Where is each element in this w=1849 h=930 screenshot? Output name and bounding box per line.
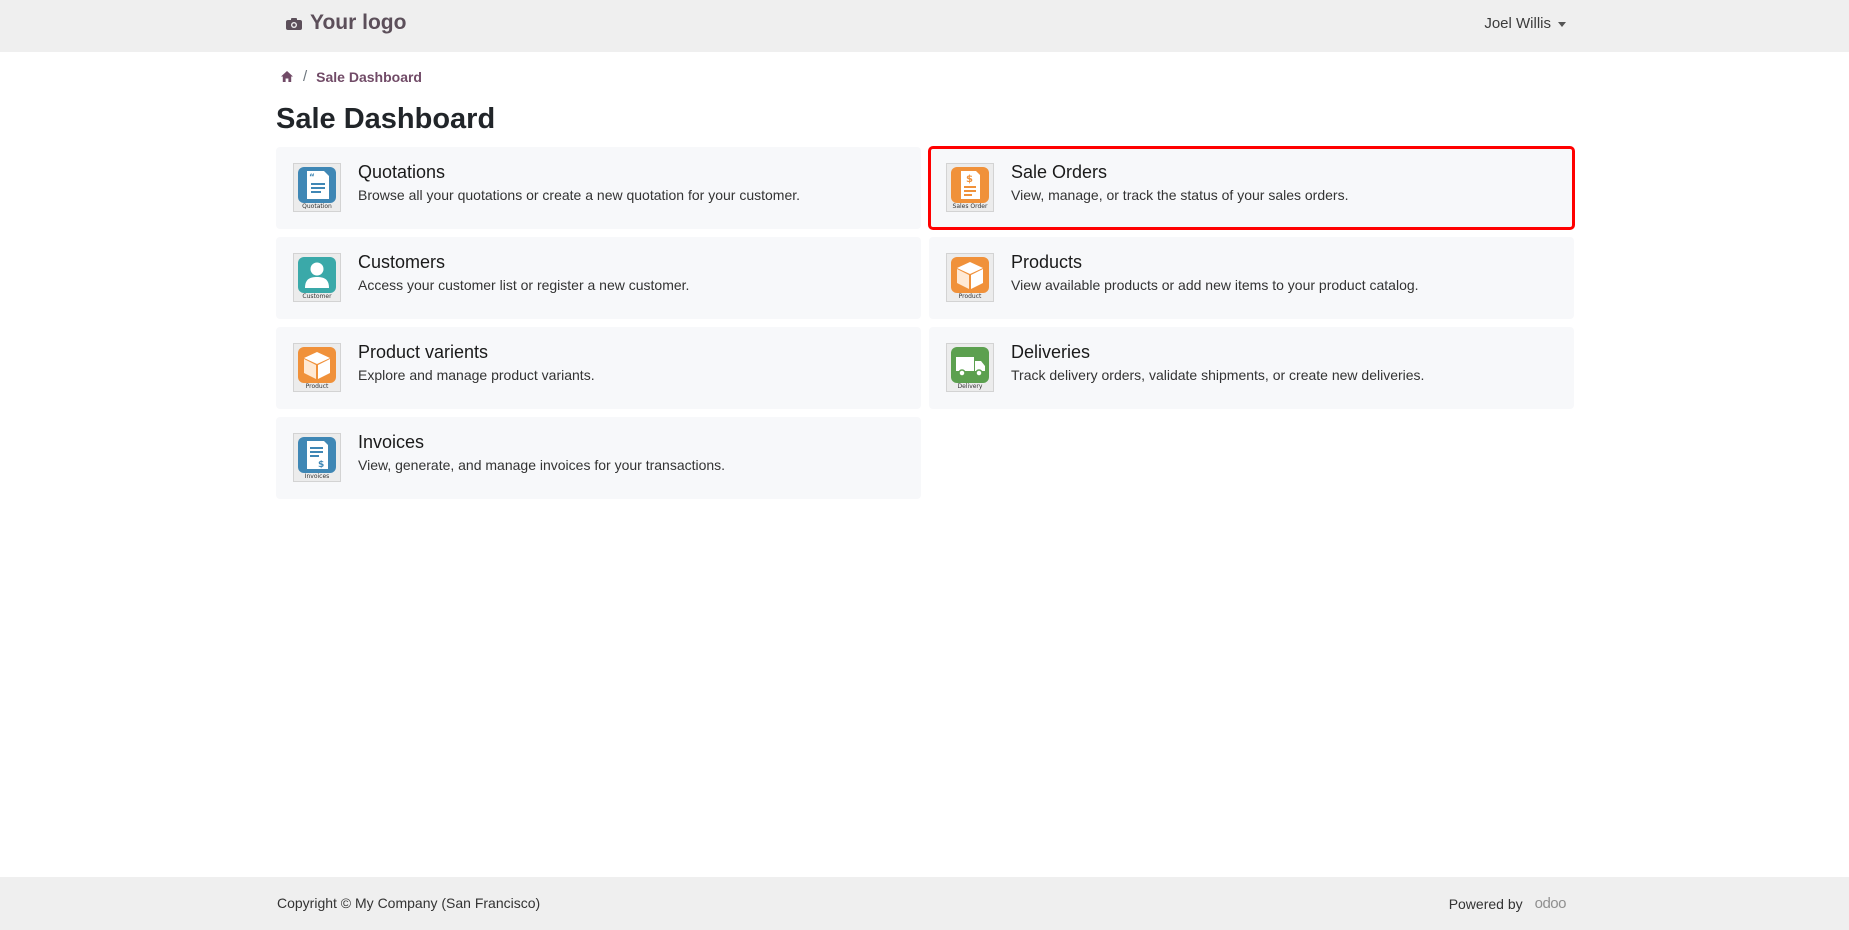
icon-caption: Product [958, 293, 982, 300]
card-title: Products [1011, 252, 1083, 272]
card-description: Track delivery orders, validate shipment… [1011, 367, 1425, 383]
footer: Copyright © My Company (San Francisco) P… [0, 877, 1849, 930]
icon-caption: Delivery [957, 383, 983, 390]
card-title: Deliveries [1011, 342, 1091, 362]
card-product-variants[interactable]: Product Product varients Explore and man… [276, 327, 921, 409]
icon-caption: Customer [302, 293, 332, 300]
card-description: View, generate, and manage invoices for … [358, 457, 726, 473]
svg-text:$: $ [966, 174, 973, 185]
card-customers[interactable]: Customer Customers Access your customer … [276, 237, 921, 319]
card-products[interactable]: Product Products View available products… [929, 237, 1574, 319]
icon-caption: Sales Order [952, 203, 988, 210]
card-description: View available products or add new items… [1011, 277, 1419, 293]
card-title: Quotations [358, 162, 446, 182]
logo-text: Your logo [310, 11, 407, 34]
copyright-text: Copyright © My Company (San Francisco) [277, 895, 541, 911]
card-invoices[interactable]: $ Invoices Invoices View, generate, and … [276, 417, 921, 499]
card-sale-orders[interactable]: $ Sales Order Sale Orders View, manage, … [928, 146, 1575, 230]
page-title: Sale Dashboard [276, 103, 496, 135]
user-menu-dropdown[interactable]: Joel Willis [1484, 15, 1566, 32]
quotation-icon: “ Quotation [293, 163, 341, 212]
card-deliveries[interactable]: Delivery Deliveries Track delivery order… [929, 327, 1574, 409]
powered-by: Powered by odoo [1448, 895, 1567, 912]
user-name: Joel Willis [1484, 15, 1551, 32]
card-description: Browse all your quotations or create a n… [358, 187, 801, 203]
card-title: Sale Orders [1011, 162, 1108, 182]
svg-text:“: “ [309, 173, 315, 183]
card-title: Product varients [358, 342, 489, 362]
card-title: Customers [358, 252, 446, 272]
delivery-icon: Delivery [946, 343, 994, 392]
card-quotations[interactable]: “ Quotation Quotations Browse all your q… [276, 147, 921, 229]
sales-order-icon: $ Sales Order [946, 163, 994, 212]
card-description: Explore and manage product variants. [358, 367, 595, 383]
camera-icon [286, 18, 302, 30]
odoo-logo[interactable]: odoo [1535, 895, 1567, 912]
card-description: View, manage, or track the status of you… [1011, 187, 1349, 203]
breadcrumb-separator: / [303, 68, 308, 85]
top-navbar: Your logo Joel Willis [0, 0, 1849, 52]
card-description: Access your customer list or register a … [358, 277, 690, 293]
powered-by-label: Powered by [1448, 895, 1523, 912]
icon-caption: Invoices [304, 473, 330, 480]
icon-caption: Quotation [302, 203, 332, 210]
card-title: Invoices [358, 432, 425, 452]
home-icon[interactable] [280, 70, 294, 83]
caret-down-icon [1558, 21, 1566, 27]
breadcrumb: / Sale Dashboard [280, 68, 422, 85]
svg-text:$: $ [318, 460, 324, 470]
invoice-icon: $ Invoices [293, 433, 341, 482]
product-icon: Product [293, 343, 341, 392]
product-icon: Product [946, 253, 994, 302]
logo[interactable]: Your logo [285, 11, 406, 35]
customer-icon: Customer [293, 253, 341, 302]
icon-caption: Product [305, 383, 329, 390]
breadcrumb-current: Sale Dashboard [316, 68, 422, 85]
